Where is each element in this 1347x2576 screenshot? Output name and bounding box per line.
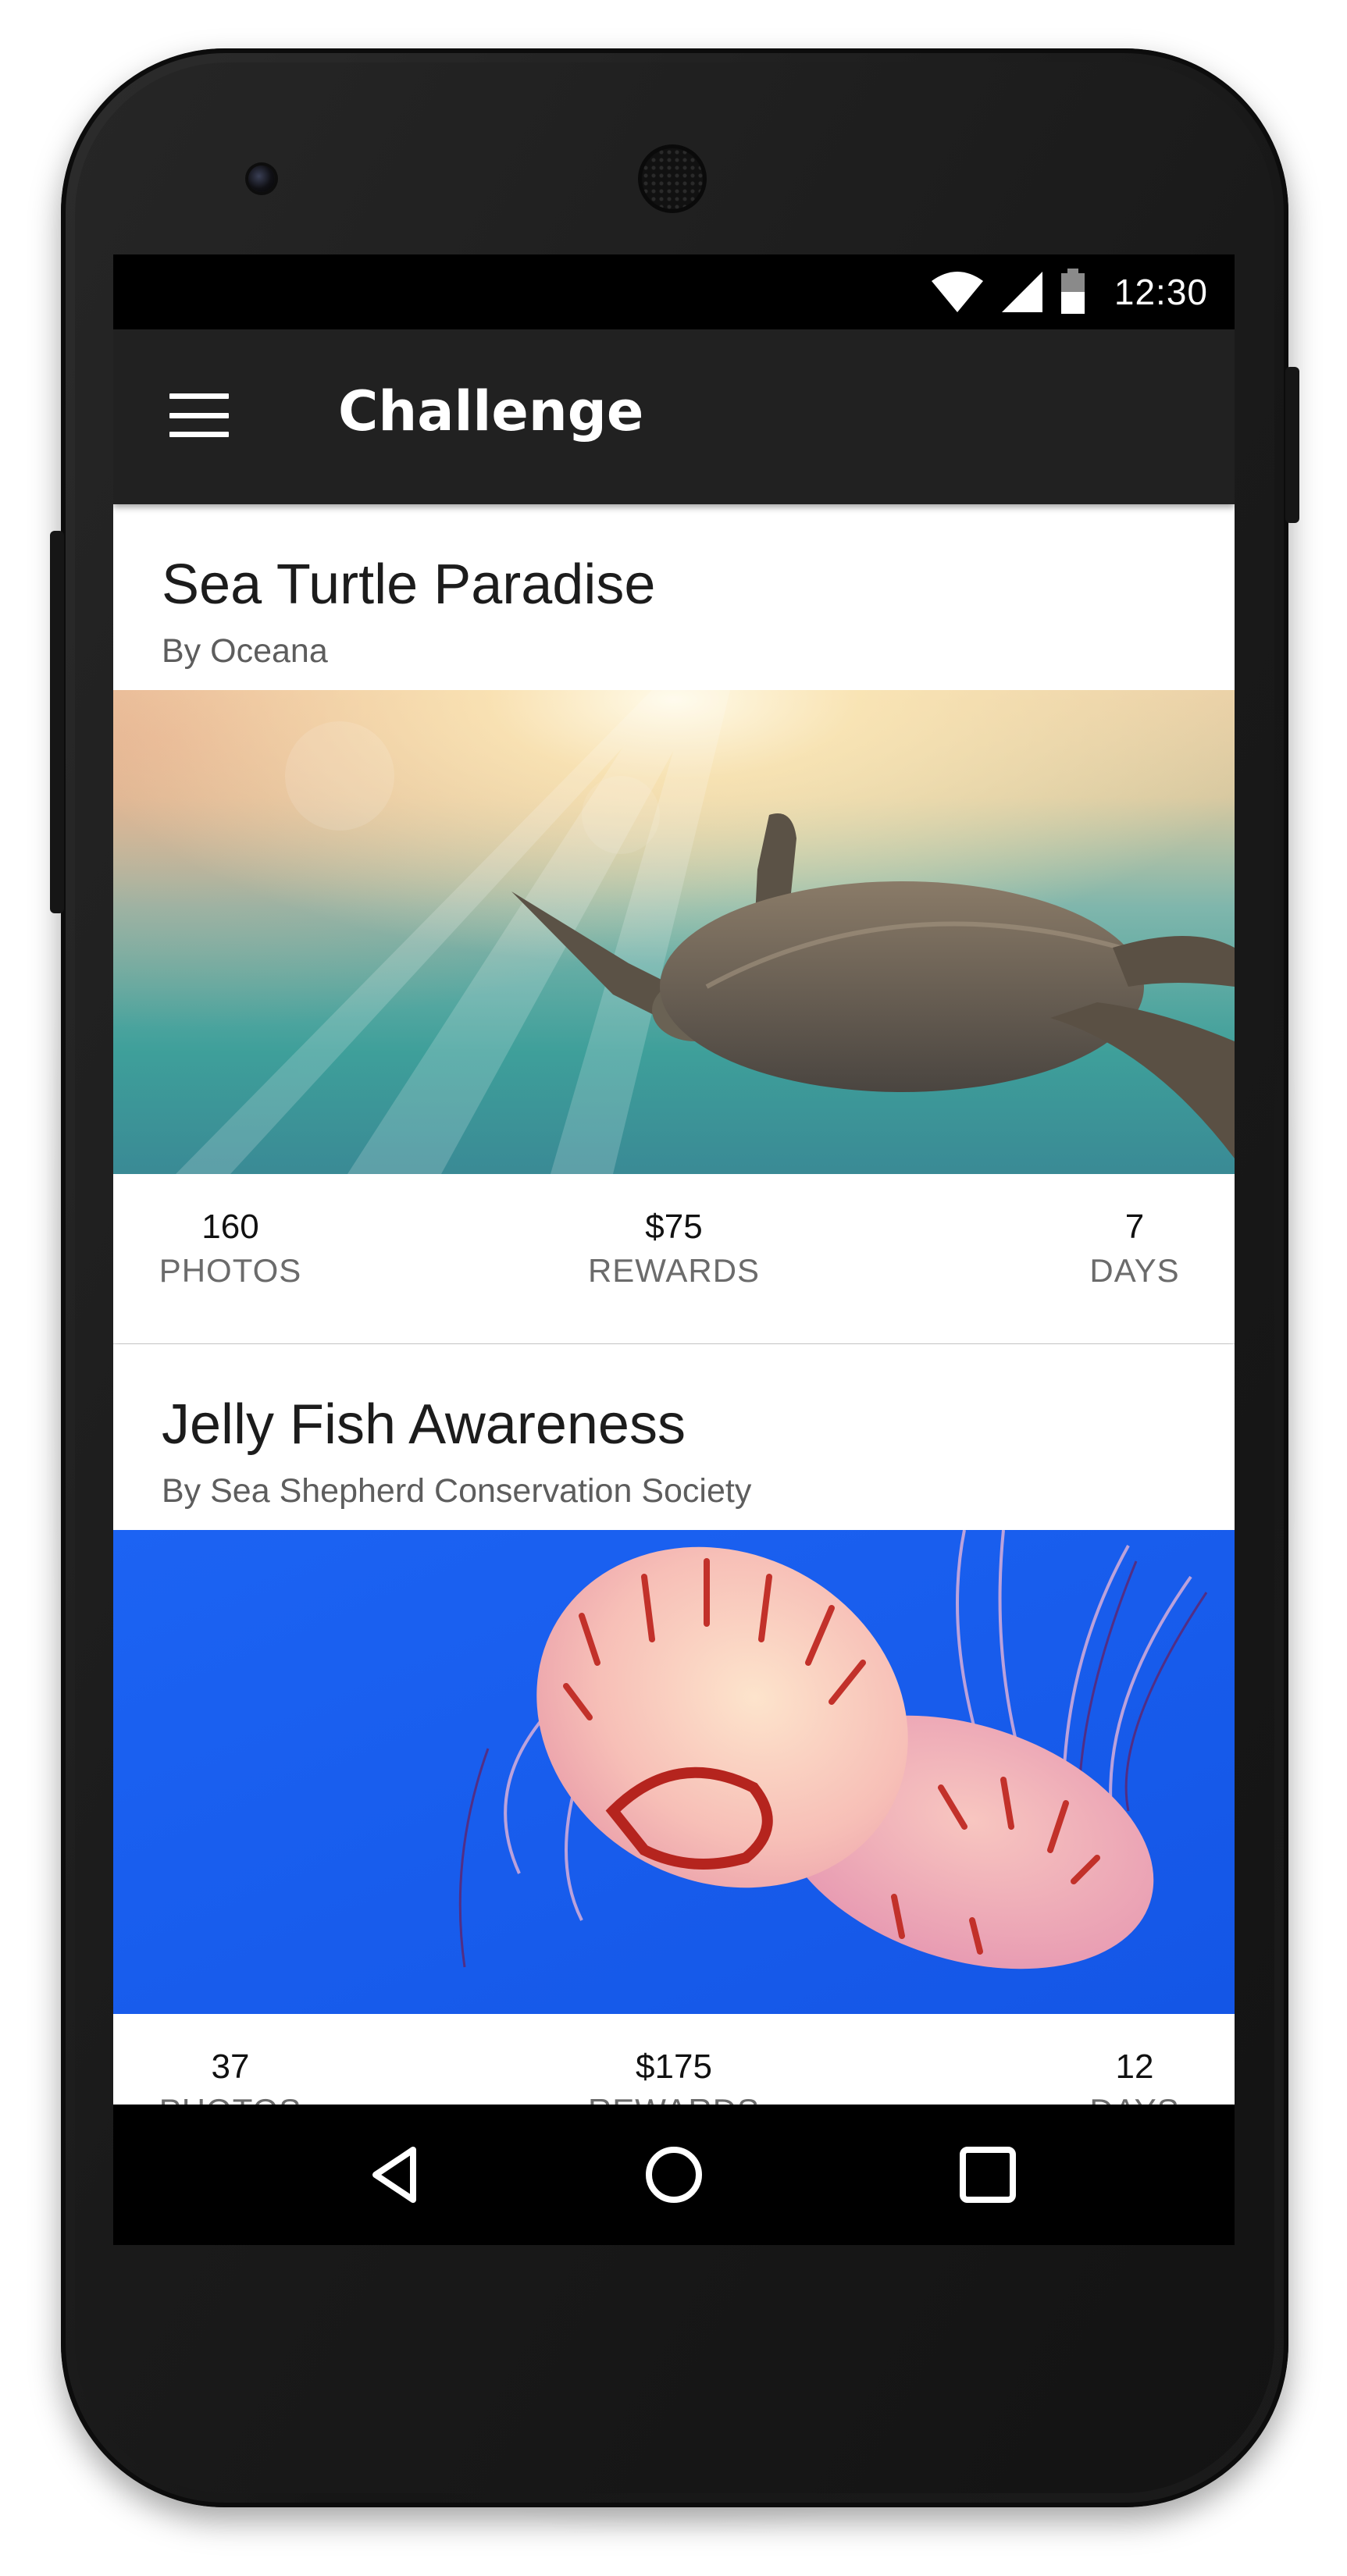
challenge-card[interactable]: Jelly Fish Awareness By Sea Shepherd Con… xyxy=(113,1344,1235,2105)
challenge-title: Sea Turtle Paradise xyxy=(162,553,656,616)
volume-button xyxy=(50,531,64,913)
page-title: Challenge xyxy=(338,379,644,443)
back-icon xyxy=(372,2147,416,2203)
days-count: 12 xyxy=(1115,2048,1154,2086)
days-label: DAYS xyxy=(1089,1252,1180,1289)
navigation-bar xyxy=(113,2105,1235,2245)
status-bar: 12:30 xyxy=(113,254,1235,329)
status-time: 12:30 xyxy=(1114,272,1208,312)
rewards-label: REWARDS xyxy=(587,1252,761,1289)
challenge-title: Jelly Fish Awareness xyxy=(162,1393,686,1456)
recents-button[interactable] xyxy=(949,2136,1027,2214)
sea-turtle-photo[interactable] xyxy=(113,690,1235,1174)
rewards-stat: $175 REWARDS xyxy=(580,2045,768,2105)
battery-icon xyxy=(1060,269,1085,314)
device-mockup: 12:30 Challenge Sea Turtle Paradise By O… xyxy=(0,0,1347,2576)
challenge-feed[interactable]: Sea Turtle Paradise By Oceana 160 PHOTOS… xyxy=(113,504,1235,2105)
earpiece-speaker xyxy=(642,148,703,209)
power-button xyxy=(1285,367,1299,523)
rewards-label: REWARDS xyxy=(580,2089,768,2105)
days-stat: 12 DAYS xyxy=(1064,2045,1205,2105)
jellyfish-photo[interactable] xyxy=(113,1530,1235,2014)
photos-stat: 160 PHOTOS xyxy=(144,1205,316,1293)
wifi-icon xyxy=(931,272,983,312)
photos-count: 37 xyxy=(211,2048,250,2086)
photos-count: 160 xyxy=(201,1208,259,1246)
home-button[interactable] xyxy=(635,2136,713,2214)
cell-signal-icon xyxy=(1001,272,1042,312)
app-bar: Challenge xyxy=(113,329,1235,504)
challenge-organizer: By Oceana xyxy=(162,632,328,670)
days-stat: 7 DAYS xyxy=(1064,1205,1205,1293)
back-button[interactable] xyxy=(357,2136,435,2214)
challenge-organizer: By Sea Shepherd Conservation Society xyxy=(162,1472,752,1510)
front-camera xyxy=(248,165,275,192)
home-icon xyxy=(646,2147,702,2203)
photos-label: PHOTOS xyxy=(144,2089,316,2105)
rewards-amount: $75 xyxy=(645,1208,703,1246)
days-count: 7 xyxy=(1124,1208,1145,1246)
days-label: DAYS xyxy=(1064,2089,1205,2105)
hamburger-menu-icon[interactable] xyxy=(169,393,229,437)
rewards-amount: $175 xyxy=(636,2048,712,2086)
challenge-card[interactable]: Sea Turtle Paradise By Oceana 160 PHOTOS… xyxy=(113,504,1235,1343)
photos-stat: 37 PHOTOS xyxy=(144,2045,316,2105)
photos-label: PHOTOS xyxy=(159,1252,302,1289)
screen: 12:30 Challenge Sea Turtle Paradise By O… xyxy=(113,254,1235,2245)
rewards-stat: $75 REWARDS xyxy=(580,1205,768,1293)
recents-icon xyxy=(960,2147,1016,2203)
